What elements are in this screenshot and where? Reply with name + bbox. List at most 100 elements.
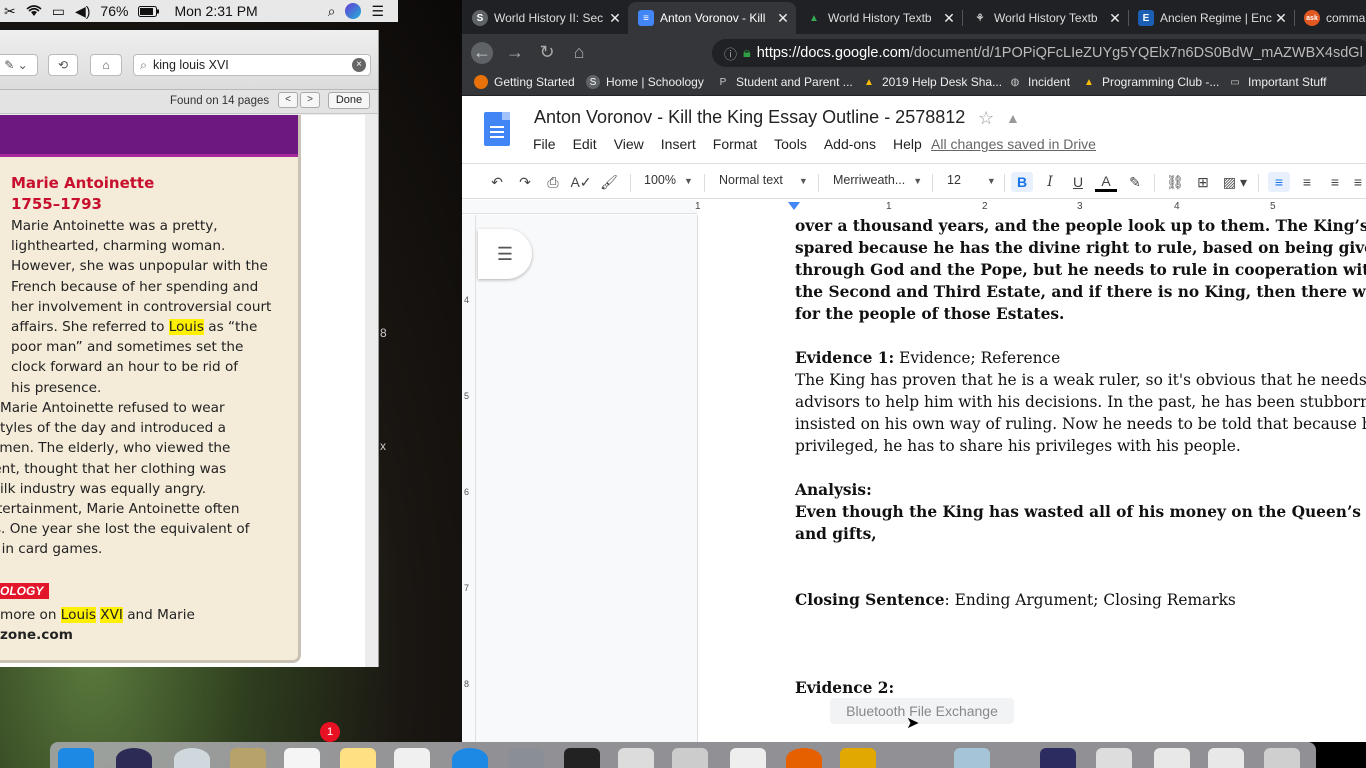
menubar-clock[interactable]: Mon 2:31 PM bbox=[174, 3, 257, 19]
system-preferences-icon[interactable] bbox=[508, 748, 544, 768]
align-left-icon[interactable]: ≡ bbox=[1268, 172, 1290, 192]
keychain-icon[interactable] bbox=[840, 748, 876, 768]
siri-icon[interactable] bbox=[116, 748, 152, 768]
spellcheck-icon[interactable]: A✓ bbox=[570, 172, 592, 192]
bookmark-programming-club[interactable]: ▲ Programming Club -... bbox=[1082, 75, 1219, 89]
star-icon[interactable]: ☆ bbox=[978, 108, 994, 129]
finder-icon[interactable] bbox=[58, 748, 94, 768]
font-select[interactable]: Merriweath... ▼ bbox=[833, 173, 922, 187]
script-editor-icon[interactable] bbox=[672, 748, 708, 768]
tab-world-history-textbook-1[interactable]: ▲ World History Textb ✕ bbox=[796, 2, 962, 34]
menu-insert[interactable]: Insert bbox=[661, 136, 696, 152]
textedit-icon[interactable] bbox=[730, 748, 766, 768]
downloads-stack-icon[interactable] bbox=[1208, 748, 1244, 768]
trash-icon[interactable] bbox=[1264, 748, 1300, 768]
site-link[interactable]: zone.com bbox=[0, 625, 195, 645]
close-tab-icon[interactable]: ✕ bbox=[1108, 10, 1122, 27]
spotlight-icon[interactable]: ⌕ bbox=[328, 3, 336, 20]
reload-button[interactable]: ↻ bbox=[536, 42, 558, 64]
contacts-icon[interactable] bbox=[230, 748, 266, 768]
align-right-icon[interactable]: ≡ bbox=[1324, 172, 1346, 192]
close-tab-icon[interactable]: ✕ bbox=[608, 10, 622, 27]
previous-result-button[interactable]: < bbox=[278, 92, 298, 108]
menu-help[interactable]: Help bbox=[893, 136, 922, 152]
next-result-button[interactable]: > bbox=[300, 92, 320, 108]
bookmark-student-parent[interactable]: P Student and Parent ... bbox=[716, 75, 853, 89]
tab-ancien-regime[interactable]: E Ancien Regime | Enc ✕ bbox=[1128, 2, 1294, 34]
tab-ask[interactable]: ask comma bbox=[1294, 2, 1366, 34]
home-button[interactable]: ⌂ bbox=[568, 42, 590, 64]
airplay-icon[interactable]: ▭ bbox=[52, 3, 65, 20]
redo-icon[interactable]: ↷ bbox=[514, 172, 536, 192]
calendar-icon[interactable] bbox=[284, 748, 320, 768]
bookmark-incident[interactable]: ◍ Incident bbox=[1008, 75, 1070, 89]
tab-world-history-textbook-2[interactable]: ⚘ World History Textb ✕ bbox=[962, 2, 1128, 34]
apps-icon[interactable]: ✂ bbox=[4, 3, 16, 20]
bookmark-important-stuff[interactable]: ▭ Important Stuff bbox=[1228, 75, 1326, 89]
menu-edit[interactable]: Edit bbox=[573, 136, 597, 152]
image-app-icon[interactable] bbox=[954, 748, 990, 768]
bold-button[interactable]: B bbox=[1011, 172, 1033, 192]
document-stack-icon[interactable] bbox=[1154, 748, 1190, 768]
print-icon[interactable]: ⎙ bbox=[542, 172, 564, 192]
menu-format[interactable]: Format bbox=[713, 136, 757, 152]
toolbox-button[interactable]: ⌂ bbox=[90, 54, 122, 76]
bookmark-getting-started[interactable]: Getting Started bbox=[474, 75, 575, 89]
launchpad-icon[interactable] bbox=[174, 748, 210, 768]
bookmark-help-desk[interactable]: ▲ 2019 Help Desk Sha... bbox=[862, 75, 1002, 89]
menu-view[interactable]: View bbox=[614, 136, 644, 152]
zoom-select[interactable]: 100% ▼ bbox=[644, 173, 693, 187]
info-icon[interactable]: ⓘ bbox=[724, 44, 737, 63]
italic-button[interactable]: I bbox=[1039, 172, 1061, 192]
back-button[interactable]: ← bbox=[471, 42, 493, 64]
preview-search-field[interactable]: ⌕ king louis XVI × bbox=[133, 54, 371, 76]
siri-icon[interactable] bbox=[345, 3, 362, 19]
firefox-icon[interactable] bbox=[786, 748, 822, 768]
done-button[interactable]: Done bbox=[328, 92, 370, 109]
clear-search-icon[interactable]: × bbox=[352, 58, 366, 72]
docs-logo-icon[interactable] bbox=[484, 112, 510, 146]
paint-format-icon[interactable]: 🖌︎ bbox=[598, 172, 620, 192]
justify-icon[interactable]: ≡ bbox=[1350, 172, 1366, 192]
tab-anton-voronov[interactable]: ≡ Anton Voronov - Kill ✕ bbox=[628, 2, 796, 34]
paragraph-style-select[interactable]: Normal text ▼ bbox=[719, 173, 808, 187]
tab-world-history-ii[interactable]: S World History II: Sec ✕ bbox=[462, 2, 628, 34]
insert-link-icon[interactable]: ⛓ bbox=[1164, 172, 1186, 192]
volume-icon[interactable]: ◀) bbox=[75, 3, 90, 20]
indent-marker[interactable] bbox=[788, 202, 800, 210]
document-title[interactable]: Anton Voronov - Kill the King Essay Outl… bbox=[534, 107, 965, 128]
forward-button[interactable]: → bbox=[504, 42, 526, 64]
insert-image-icon[interactable]: ▨ ▾ bbox=[1218, 172, 1252, 192]
bookmark-schoology[interactable]: S Home | Schoology bbox=[586, 75, 704, 89]
notification-center-icon[interactable]: ☰ bbox=[371, 3, 384, 20]
terminal-icon[interactable] bbox=[564, 748, 600, 768]
document-page[interactable]: over a thousand years, and the people lo… bbox=[697, 215, 1366, 742]
magnifier-icon[interactable] bbox=[1096, 748, 1132, 768]
markup-pen-button[interactable]: ✎ ⌄ bbox=[0, 54, 38, 76]
highlight-color-icon[interactable]: ✎ bbox=[1124, 172, 1146, 192]
align-center-icon[interactable]: ≡ bbox=[1296, 172, 1318, 192]
move-to-drive-icon[interactable]: ▲ bbox=[1006, 110, 1020, 126]
battery-icon[interactable] bbox=[138, 5, 160, 17]
preview-icon[interactable] bbox=[618, 748, 654, 768]
text-color-button[interactable]: A bbox=[1095, 172, 1117, 192]
close-tab-icon[interactable]: ✕ bbox=[1274, 10, 1288, 27]
font-size-select[interactable]: 12 ▼ bbox=[947, 173, 996, 187]
save-status[interactable]: All changes saved in Drive bbox=[931, 136, 1096, 152]
document-outline-button[interactable]: ☰ bbox=[478, 229, 532, 279]
address-bar[interactable]: ⓘ 🔒︎ https://docs.google.com /document/d… bbox=[712, 39, 1366, 67]
document-body[interactable]: over a thousand years, and the people lo… bbox=[795, 215, 1366, 699]
app-store-icon[interactable] bbox=[452, 748, 488, 768]
menu-add-ons[interactable]: Add-ons bbox=[824, 136, 876, 152]
close-tab-icon[interactable]: ✕ bbox=[942, 10, 956, 27]
world-history-icon[interactable] bbox=[1040, 748, 1076, 768]
undo-icon[interactable]: ↶ bbox=[486, 172, 508, 192]
bluetooth-file-exchange-icon[interactable] bbox=[902, 748, 938, 768]
menu-file[interactable]: File bbox=[533, 136, 556, 152]
reminders-icon[interactable] bbox=[394, 748, 430, 768]
rotate-button[interactable]: ⟲ bbox=[48, 54, 78, 76]
insert-comment-icon[interactable]: ⊞ bbox=[1192, 172, 1214, 192]
notes-icon[interactable] bbox=[340, 748, 376, 768]
underline-button[interactable]: U bbox=[1067, 172, 1089, 192]
wifi-icon[interactable] bbox=[26, 5, 42, 17]
